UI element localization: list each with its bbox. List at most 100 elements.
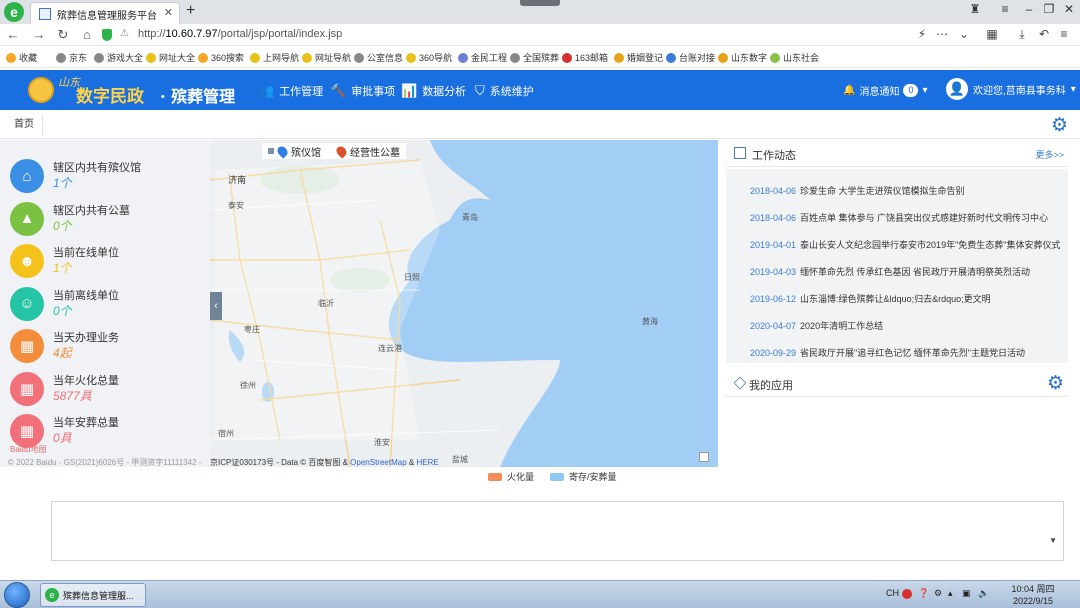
- chevron-down-icon[interactable]: ⌄: [954, 27, 974, 41]
- bookmark-item[interactable]: 360导航: [406, 51, 452, 64]
- bookmark-item[interactable]: 游戏大全: [94, 51, 143, 64]
- news-item[interactable]: 2019-06-12 山东淄博:绿色殡葬让&ldquo;归去&rdquo;更文明: [750, 292, 1064, 305]
- menu-icon[interactable]: ≡: [992, 2, 1018, 16]
- taskbar-clock[interactable]: 10:04 周四 2022/9/15: [1008, 583, 1058, 607]
- here-link[interactable]: HERE: [416, 458, 438, 467]
- news-item[interactable]: 2019-04-01 泰山长安人文纪念园举行泰安市2019年"免费生态葬"集体安葬…: [750, 238, 1064, 251]
- bookmark-item[interactable]: 台账对接: [666, 51, 715, 64]
- calendar-icon: ▦: [10, 371, 44, 406]
- stat-item[interactable]: ▦ 当年火化总量 5877具: [10, 369, 119, 409]
- user-menu[interactable]: 👤 欢迎您,莒南县事务科 ▾: [946, 78, 1076, 100]
- bookmark-item[interactable]: 网址导航: [302, 51, 351, 64]
- tray-help-icon[interactable]: ❓: [918, 588, 929, 599]
- select-caret-icon[interactable]: ▼: [1049, 536, 1057, 545]
- bookmark-item[interactable]: 金民工程: [458, 51, 507, 64]
- bookmark-item[interactable]: 全国殡葬: [510, 51, 559, 64]
- bookmark-item[interactable]: 公室信息: [354, 51, 403, 64]
- stat-item[interactable]: ▦ 当天办理业务 4起: [10, 326, 119, 366]
- window-grip[interactable]: [520, 0, 560, 6]
- breadcrumb-home-tab[interactable]: 首页: [6, 115, 43, 135]
- stat-value: 4起: [53, 346, 72, 360]
- notification-menu[interactable]: 🔔 消息通知 0 ▾: [843, 83, 928, 98]
- bookmark-icon: [562, 52, 572, 63]
- more-dots-icon[interactable]: ⋯: [932, 27, 952, 41]
- stat-label: 当前在线单位: [53, 247, 119, 259]
- tray-language[interactable]: CH: [886, 588, 899, 598]
- stat-label: 当前离线单位: [53, 289, 119, 302]
- start-button[interactable]: [4, 582, 30, 608]
- stat-text: 当天办理业务 4起: [53, 331, 119, 361]
- lightning-icon[interactable]: ⚡: [912, 27, 932, 41]
- bookmark-item[interactable]: 收藏: [6, 51, 37, 64]
- security-shield-icon[interactable]: [102, 29, 112, 41]
- tab-close-icon[interactable]: ✕: [164, 6, 173, 19]
- bookmark-item[interactable]: 上网导航: [250, 51, 299, 64]
- bookmark-item[interactable]: 360搜索: [198, 51, 244, 64]
- browser-tab[interactable]: 殡葬信息管理服务平台 ✕: [30, 2, 180, 24]
- bookmark-label: 网址导航: [315, 53, 352, 63]
- news-item[interactable]: 2018-04-06 百姓点单 集体参与 广饶县突出仪式感建好新时代文明传习中心: [750, 211, 1064, 224]
- news-date: 2020-04-07: [750, 321, 797, 331]
- bookmark-item[interactable]: 山东社会: [770, 51, 819, 64]
- bell-icon: 🔔: [843, 85, 856, 96]
- bookmark-icon: [354, 52, 364, 63]
- stat-item[interactable]: ☻ 当前在线单位 1个: [10, 241, 119, 281]
- news-item[interactable]: 2019-04-03 缅怀革命先烈 传承红色基因 省民政厅开展清明祭英烈活动: [750, 265, 1064, 278]
- news-item[interactable]: 2018-04-06 珍爱生命 大学生走进殡仪馆模拟生命告别: [750, 184, 1064, 197]
- undo-icon[interactable]: ↶: [1034, 27, 1054, 41]
- map-label: 盐城: [452, 455, 468, 464]
- unit-select[interactable]: ▼: [51, 501, 1064, 561]
- browser-logo-icon[interactable]: e: [4, 2, 24, 22]
- news-date: 2019-06-12: [750, 294, 797, 304]
- map-label: 济南: [228, 175, 247, 185]
- menu-label: 数据分析: [422, 86, 467, 98]
- bookmark-label: 山东社会: [783, 53, 820, 63]
- back-icon[interactable]: ←: [4, 27, 22, 42]
- panel-collapse-button[interactable]: ‹: [210, 292, 222, 320]
- tray-app-icon[interactable]: ⚙: [934, 588, 942, 599]
- bookmark-item[interactable]: 婚姻登记: [614, 51, 663, 64]
- tray-network-icon[interactable]: ▣: [962, 588, 971, 599]
- bookmark-item[interactable]: 网址大全: [146, 51, 195, 64]
- tray-expand-icon[interactable]: ▴: [948, 588, 953, 599]
- menu-system-maintenance[interactable]: ⛉ 系统维护: [475, 83, 534, 99]
- forward-icon[interactable]: →: [30, 27, 48, 42]
- shirt-skin-icon[interactable]: ♜: [962, 2, 988, 16]
- menu-data-analysis[interactable]: 📊 数据分析: [401, 83, 466, 99]
- new-tab-icon[interactable]: +: [186, 2, 195, 20]
- legend-cremation[interactable]: 火化量: [507, 470, 534, 483]
- user-welcome: 欢迎您,莒南县事务科: [973, 85, 1066, 97]
- stat-item[interactable]: ▦ 当年安葬总量 0具: [10, 411, 119, 451]
- stat-value: 0个: [53, 303, 72, 318]
- bookmark-item[interactable]: 京东: [56, 51, 87, 64]
- stat-item[interactable]: ☺ 当前离线单位 0个: [10, 284, 119, 324]
- osm-link[interactable]: OpenStreetMap: [350, 458, 406, 467]
- menu-approval-items[interactable]: 🔨 审批事项: [330, 83, 395, 99]
- refresh-icon[interactable]: ↻: [54, 27, 72, 43]
- news-more-link[interactable]: 更多>>: [1035, 148, 1064, 161]
- mountain-icon: ▲: [10, 201, 44, 236]
- news-title: 工作动态: [752, 150, 796, 162]
- taskbar-browser-item[interactable]: e 殡葬信息管理服...: [40, 583, 146, 607]
- menu-work-management[interactable]: 👥 工作管理: [258, 83, 323, 99]
- tray-input-icon[interactable]: [902, 589, 912, 599]
- close-window-icon[interactable]: ✕: [1056, 2, 1080, 16]
- stat-item[interactable]: ⌂ 辖区内共有殡仪馆 1个: [10, 156, 141, 196]
- url-field[interactable]: http://10.60.7.97/portal/jsp/portal/inde…: [138, 28, 342, 40]
- bookmark-item[interactable]: 163邮箱: [562, 51, 608, 64]
- download-icon[interactable]: ⤓: [1012, 27, 1032, 42]
- apps-grid-icon[interactable]: ▦: [982, 27, 1002, 41]
- legend-burial[interactable]: 寄存/安葬量: [569, 470, 617, 483]
- browser-menu-icon[interactable]: ≡: [1054, 27, 1074, 41]
- news-panel: 工作动态 更多>> 2018-04-06 珍爱生命 大学生走进殡仪馆模拟生命告别 2…: [726, 141, 1068, 363]
- stat-label: 辖区内共有公墓: [53, 204, 130, 217]
- home-icon[interactable]: ⌂: [78, 27, 96, 42]
- news-item[interactable]: 2020-04-07 2020年清明工作总结: [750, 319, 1064, 332]
- bookmark-item[interactable]: 山东数字: [718, 51, 767, 64]
- cube-icon: [733, 376, 747, 390]
- news-item[interactable]: 2020-09-29 省民政厅开展"追寻红色记忆 缅怀革命先烈"主题党日活动: [750, 346, 1064, 359]
- tray-volume-icon[interactable]: 🔈: [978, 588, 989, 599]
- apps-gear-icon[interactable]: ⚙: [1047, 372, 1064, 395]
- gear-icon[interactable]: ⚙: [1051, 114, 1068, 137]
- stat-item[interactable]: ▲ 辖区内共有公墓 0个: [10, 199, 130, 239]
